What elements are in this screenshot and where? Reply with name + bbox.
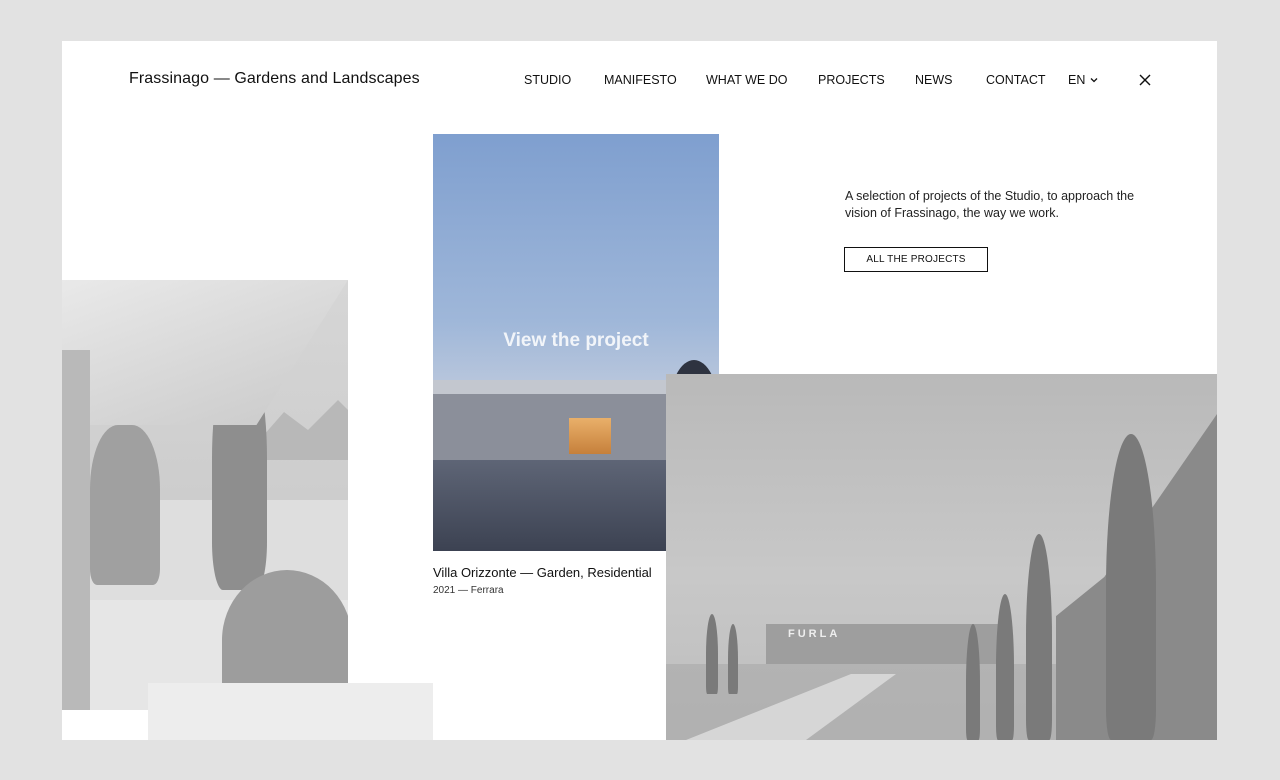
chevron-down-icon	[1090, 78, 1098, 83]
decorative-block	[148, 683, 433, 740]
all-projects-button[interactable]: ALL THE PROJECTS	[844, 247, 988, 272]
intro-text: A selection of projects of the Studio, t…	[845, 189, 1135, 220]
nav-news[interactable]: NEWS	[915, 73, 953, 87]
nav-studio[interactable]: STUDIO	[524, 73, 571, 87]
nav-manifesto[interactable]: MANIFESTO	[604, 73, 677, 87]
project-image-right[interactable]: FURLA	[666, 374, 1217, 740]
language-label: EN	[1068, 73, 1086, 87]
nav-contact[interactable]: CONTACT	[986, 73, 1046, 87]
building-sign: FURLA	[788, 628, 841, 640]
language-selector[interactable]: EN	[1068, 73, 1099, 87]
project-meta: 2021 — Ferrara	[433, 585, 504, 596]
close-icon[interactable]	[1138, 73, 1152, 87]
site-logo[interactable]: Frassinago — Gardens and Landscapes	[129, 70, 420, 88]
view-project-overlay[interactable]: View the project	[433, 330, 719, 352]
page-container: Frassinago — Gardens and Landscapes STUD…	[62, 41, 1217, 740]
nav-projects[interactable]: PROJECTS	[818, 73, 885, 87]
project-title[interactable]: Villa Orizzonte — Garden, Residential	[433, 565, 652, 580]
nav-what-we-do[interactable]: WHAT WE DO	[706, 73, 787, 87]
project-image-left[interactable]	[62, 280, 348, 710]
